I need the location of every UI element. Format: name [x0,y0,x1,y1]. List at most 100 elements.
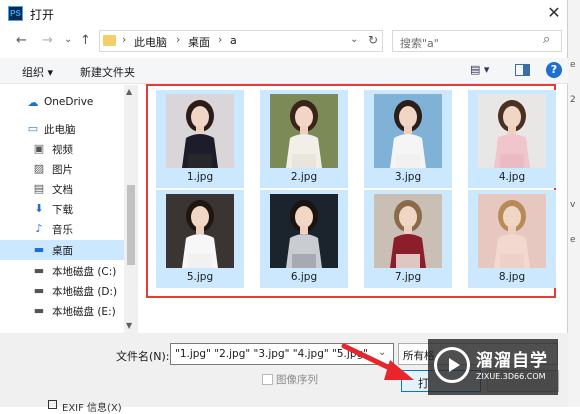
drive-icon: ▬ [33,304,45,317]
up-arrow-icon[interactable]: ↑ [80,33,91,48]
help-icon[interactable]: ? [546,62,562,78]
watermark: 溜溜自学 ZIXUE.3D66.COM [428,339,558,395]
photoshop-icon: PS [8,6,23,21]
sidebar-item[interactable]: ▬ 本地磁盘 (E:) [0,301,125,321]
refresh-icon[interactable]: ↻ [368,33,378,47]
breadcrumb-folder-a[interactable]: a [230,34,237,47]
image-thumbnail [478,94,546,168]
sidebar-item-label: 本地磁盘 (E:) [52,306,116,318]
background-text: e [570,60,576,70]
command-toolbar: 组织 ▾ 新建文件夹 ▤ ▾ ? [0,58,568,84]
search-box[interactable]: 搜索"a" ⌕ [392,30,562,52]
sidebar-item[interactable]: ▣ 视频 [0,139,125,159]
recent-locations-chevron-icon[interactable]: ⌄ [64,34,72,45]
drive-icon: ▬ [33,284,45,297]
image-thumbnail [374,94,442,168]
file-item[interactable]: 8.jpg [468,190,556,288]
image-thumbnail [166,94,234,168]
image-thumbnail [374,194,442,268]
drive-icon: ▬ [33,264,45,277]
image-thumbnail [270,94,338,168]
sidebar-item-label: 此电脑 [44,124,76,136]
scroll-down-icon[interactable]: ▼ [126,321,132,330]
document-icon: ▤ [33,182,45,195]
sidebar-item[interactable]: ▬ 桌面 [0,240,125,260]
image-thumbnail [270,194,338,268]
background-text: 2 [570,95,576,105]
sidebar-scrollbar[interactable]: ▲ ▼ [124,85,138,333]
file-name: 5.jpg [186,271,214,283]
title-bar: PS 打开 ✕ [0,0,568,28]
sidebar-item[interactable]: ▭ 此电脑 [0,119,125,139]
sidebar-item[interactable]: ☁ OneDrive [0,93,125,113]
exif-checkbox[interactable] [48,400,57,409]
file-name: 2.jpg [290,171,318,183]
image-thumbnail [478,194,546,268]
file-name: 8.jpg [498,271,526,283]
scrollbar-thumb[interactable] [127,185,135,265]
video-icon: ▣ [33,142,45,155]
background-text: e [570,235,576,245]
file-name: 6.jpg [290,271,318,283]
file-item[interactable]: 4.jpg [468,90,556,188]
breadcrumb-separator: › [176,33,181,46]
play-logo-icon [434,347,470,383]
file-item[interactable]: 1.jpg [156,90,244,188]
close-icon[interactable]: ✕ [545,3,563,23]
music-icon: ♪ [35,222,43,235]
forward-arrow-icon[interactable]: → [42,33,53,48]
sidebar-item[interactable]: ♪ 音乐 [0,219,125,239]
image-sequence-checkbox[interactable] [262,374,273,385]
sidebar-item[interactable]: ▬ 本地磁盘 (D:) [0,281,125,301]
sidebar-item-label: 视频 [52,144,73,156]
file-item[interactable]: 2.jpg [260,90,348,188]
new-folder-button[interactable]: 新建文件夹 [80,64,135,80]
breadcrumb-this-pc[interactable]: 此电脑 [134,34,167,50]
file-item[interactable]: 5.jpg [156,190,244,288]
sidebar-item[interactable]: ▤ 文档 [0,179,125,199]
breadcrumb-separator: › [122,33,127,46]
view-options-icon[interactable]: ▤ ▾ [470,63,496,79]
window-title: 打开 [30,8,55,22]
background-window-edge: e 2 v e [568,0,580,407]
open-file-dialog: PS 打开 ✕ ← → ⌄ ↑ › 此电脑 › 桌面 › a ⌄ ↻ 搜索"a"… [0,0,568,414]
image-thumbnail [166,194,234,268]
file-item[interactable]: 6.jpg [260,190,348,288]
file-name: 1.jpg [186,171,214,183]
sidebar-item-label: 图片 [52,164,73,176]
sidebar-item-label: 本地磁盘 (D:) [52,286,118,298]
navigation-pane: ☁ OneDrive ▭ 此电脑 ▣ 视频 ▨ 图片 ▤ 文档 ⬇ 下载 ♪ 音乐 ▬ 桌面 ▬ 本地磁盘 (C:… [0,85,138,333]
background-text: v [570,200,576,210]
address-bar[interactable]: › 此电脑 › 桌面 › a ⌄ ↻ [99,30,383,52]
desktop-icon: ▬ [33,243,45,256]
file-name: 7.jpg [394,271,422,283]
file-name: 3.jpg [394,171,422,183]
sidebar-item-label: OneDrive [44,96,94,108]
scroll-up-icon[interactable]: ▲ [126,87,132,96]
picture-icon: ▨ [33,162,45,175]
watermark-title: 溜溜自学 [476,351,548,371]
sidebar-item[interactable]: ⬇ 下载 [0,199,125,219]
search-placeholder: 搜索"a" [400,37,439,50]
sidebar-item[interactable]: ▨ 图片 [0,159,125,179]
file-list-area: 1.jpg 2.jpg 3.jpg 4.jpg 5.jpg 6.jpg 7.jpg 8.jpg [146,84,556,298]
image-sequence-label: 图像序列 [276,374,318,386]
breadcrumb-desktop[interactable]: 桌面 [188,34,210,50]
address-dropdown-icon[interactable]: ⌄ [350,34,358,45]
search-icon[interactable]: ⌕ [543,32,550,47]
watermark-url: ZIXUE.3D66.COM [476,372,546,381]
sidebar-item-label: 桌面 [52,245,73,257]
sidebar-item[interactable]: ▬ 本地磁盘 (C:) [0,261,125,281]
file-name: 4.jpg [498,171,526,183]
back-arrow-icon[interactable]: ← [16,33,27,48]
file-item[interactable]: 3.jpg [364,90,452,188]
red-arrow-annotation [341,343,414,380]
file-item[interactable]: 7.jpg [364,190,452,288]
organize-menu[interactable]: 组织 ▾ [22,64,53,80]
sidebar-item-label: 下载 [52,204,73,216]
sidebar-item-label: 音乐 [52,224,73,236]
breadcrumb-separator: › [218,33,223,46]
preview-pane-icon[interactable] [515,64,530,76]
download-icon: ⬇ [34,202,44,215]
sidebar-item-label: 本地磁盘 (C:) [52,266,117,278]
